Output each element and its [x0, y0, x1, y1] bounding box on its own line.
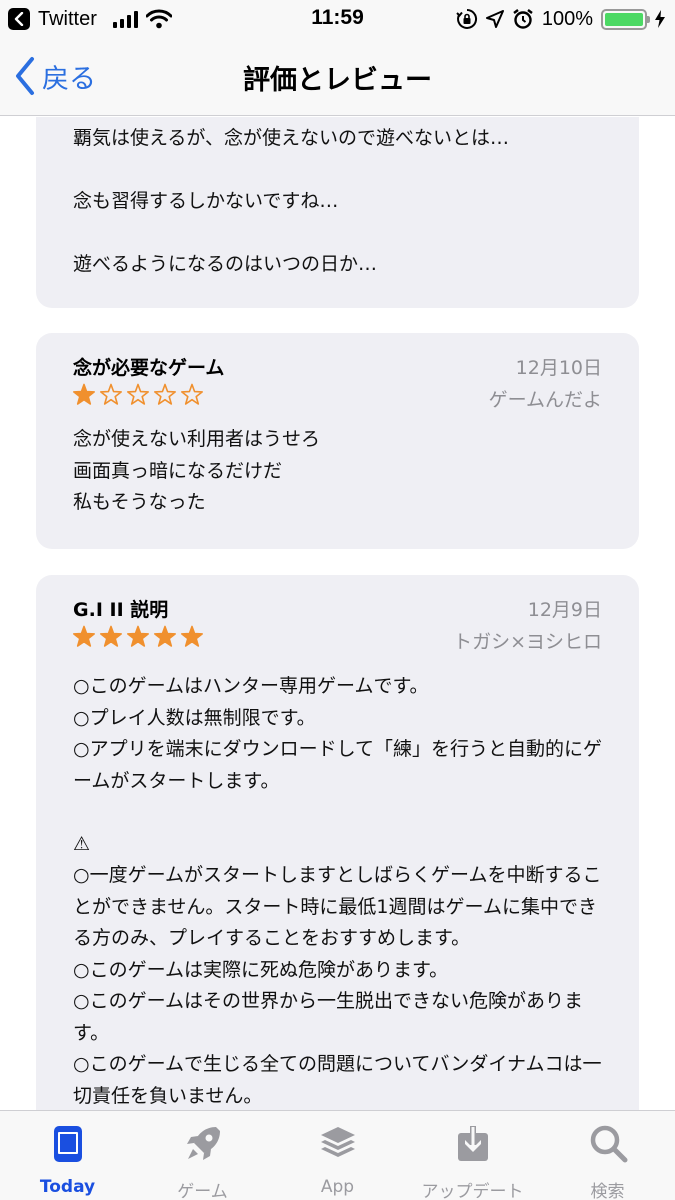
rocket-icon [187, 1127, 220, 1160]
today-icon [54, 1126, 82, 1162]
tab-today[interactable]: Today [0, 1111, 135, 1200]
star-rating [72, 383, 204, 407]
battery-icon [601, 8, 650, 30]
review-card[interactable]: G.I II 説明 12月9日 トガシ×ヨシヒロ ○このゲームはハンター専用ゲー… [36, 575, 639, 1110]
status-bar-right: 100% [456, 6, 665, 32]
page-title: 評価とレビュー [243, 65, 432, 96]
charging-bolt-icon [655, 10, 665, 28]
review-author: ゲームんだよ [488, 389, 602, 411]
star-filled-icon [181, 625, 203, 647]
tab-label: Today [39, 1177, 96, 1197]
review-card[interactable]: 覇気は使えるが、念が使えないので遊べないとは… 念も習得するしかないですね… 遊… [36, 117, 639, 308]
star-empty-icon [127, 383, 149, 405]
star-filled-icon [127, 625, 149, 647]
review-body: 念が使えない利用者はうせろ 画面真っ暗になるだけだ 私もそうなった [73, 428, 321, 513]
tab-label: アップデート [421, 1182, 524, 1200]
status-bar: Twitter 11:59 100% [0, 0, 675, 40]
star-filled-icon [73, 383, 95, 405]
tab-updates[interactable]: アップデート [405, 1111, 540, 1200]
tab-label: App [320, 1177, 355, 1197]
star-empty-icon [181, 383, 203, 405]
tab-apps[interactable]: App [270, 1111, 405, 1200]
review-body: ○このゲームはハンター専用ゲームです。 ○プレイ人数は無制限です。 ○アプリを端… [73, 675, 603, 1107]
review-date: 12月9日 [527, 599, 602, 621]
navigation-bar: 戻る 評価とレビュー [0, 40, 675, 116]
location-icon [485, 10, 504, 28]
review-author: トガシ×ヨシヒロ [453, 631, 602, 653]
review-title: G.I II 説明 [73, 599, 169, 621]
star-empty-icon [154, 383, 176, 405]
reviews-list[interactable]: 覇気は使えるが、念が使えないので遊べないとは… 念も習得するしかないですね… 遊… [0, 117, 675, 1110]
tab-bar: Today ゲーム App アップデート 検索 [0, 1110, 675, 1200]
star-filled-icon [73, 625, 95, 647]
apps-stack-icon [321, 1127, 355, 1157]
battery-percent: 100% [541, 7, 593, 30]
review-card[interactable]: 念が必要なゲーム 12月10日 ゲームんだよ 念が使えない利用者はうせろ 画面真… [36, 333, 639, 549]
star-filled-icon [154, 625, 176, 647]
search-icon [590, 1125, 628, 1163]
review-title: 念が必要なゲーム [73, 357, 225, 379]
tab-label: 検索 [590, 1182, 625, 1200]
alarm-icon [513, 9, 533, 29]
star-empty-icon [100, 383, 122, 405]
tab-label: ゲーム [177, 1182, 228, 1200]
updates-download-icon [458, 1126, 488, 1161]
tab-games[interactable]: ゲーム [135, 1111, 270, 1200]
tab-search[interactable]: 検索 [540, 1111, 675, 1200]
star-filled-icon [100, 625, 122, 647]
orientation-lock-icon [456, 8, 477, 29]
review-date: 12月10日 [515, 357, 602, 379]
star-rating [72, 625, 204, 649]
review-body: 覇気は使えるが、念が使えないので遊べないとは… 念も習得するしかないですね… 遊… [73, 127, 510, 275]
